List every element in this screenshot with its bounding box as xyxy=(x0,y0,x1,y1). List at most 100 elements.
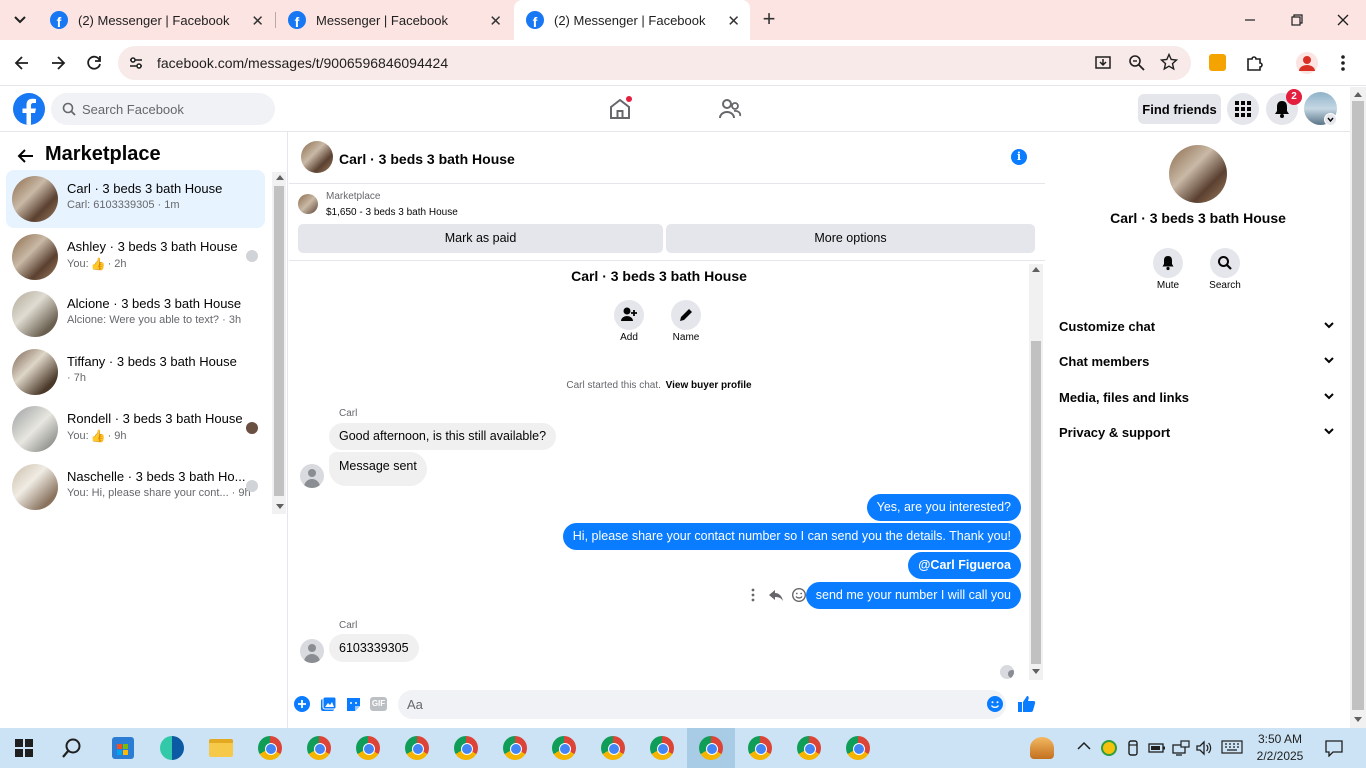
close-tab-icon[interactable]: ✕ xyxy=(727,12,740,30)
scroll-down-icon[interactable] xyxy=(276,504,284,509)
new-tab-icon[interactable]: + xyxy=(758,8,780,32)
chrome-icon[interactable] xyxy=(307,736,331,760)
scrollbar-thumb[interactable] xyxy=(274,186,284,496)
account-chevron-icon[interactable] xyxy=(1324,113,1337,126)
more-actions-icon[interactable] xyxy=(750,587,756,603)
chrome-icon[interactable] xyxy=(797,736,821,760)
home-icon[interactable] xyxy=(608,96,632,121)
minimize-icon[interactable] xyxy=(1242,12,1258,28)
reply-icon[interactable] xyxy=(768,587,784,603)
friends-icon[interactable] xyxy=(718,97,742,121)
message-bubble-outgoing[interactable]: Yes, are you interested? xyxy=(866,494,1021,521)
facebook-search[interactable]: Search Facebook xyxy=(51,93,275,125)
tray-device-icon[interactable] xyxy=(1126,740,1140,756)
extension-box-icon[interactable] xyxy=(1209,54,1226,71)
taskbar-date[interactable]: 2/2/2025 xyxy=(1252,749,1308,763)
rename-button[interactable] xyxy=(671,300,701,330)
scrollbar-thumb[interactable] xyxy=(1031,341,1041,664)
chrome-menu-icon[interactable] xyxy=(1336,53,1350,73)
install-app-icon[interactable] xyxy=(1094,54,1112,72)
browser-tab-1[interactable]: f (2) Messenger | Facebook ✕ xyxy=(38,0,274,40)
info-icon[interactable]: i xyxy=(1011,149,1027,165)
chrome-icon[interactable] xyxy=(552,736,576,760)
mute-button[interactable] xyxy=(1153,248,1183,278)
conversation-item[interactable]: Alcione · 3 beds 3 bath House Alcione: W… xyxy=(6,285,265,343)
chrome-icon[interactable] xyxy=(503,736,527,760)
message-bubble-incoming[interactable]: Message sent xyxy=(329,452,427,486)
file-explorer-icon[interactable] xyxy=(209,739,233,757)
customize-chat-section[interactable]: Customize chat xyxy=(1059,319,1339,334)
chrome-icon[interactable] xyxy=(454,736,478,760)
url-text[interactable]: facebook.com/messages/t/9006596846094424 xyxy=(157,55,448,71)
conversation-item[interactable]: Ashley · 3 beds 3 bath House You: 👍 · 2h xyxy=(6,228,265,286)
scroll-up-icon[interactable] xyxy=(1032,267,1040,272)
emoji-icon[interactable] xyxy=(987,696,1003,712)
weather-icon[interactable] xyxy=(1030,737,1054,759)
battery-icon[interactable] xyxy=(1148,742,1166,754)
chrome-icon-active[interactable] xyxy=(699,736,723,760)
message-bubble-outgoing[interactable]: send me your number I will call you xyxy=(805,582,1021,609)
back-arrow-icon[interactable] xyxy=(16,146,36,166)
sticker-icon[interactable] xyxy=(345,696,362,713)
find-friends-button[interactable]: Find friends xyxy=(1138,94,1221,124)
message-scrollbar[interactable] xyxy=(1029,264,1043,680)
facebook-logo-icon[interactable] xyxy=(13,93,45,125)
chat-members-section[interactable]: Chat members xyxy=(1059,354,1339,369)
media-files-links-section[interactable]: Media, files and links xyxy=(1059,390,1339,405)
gif-icon[interactable]: GIF xyxy=(370,697,387,711)
message-bubble-incoming[interactable]: Good afternoon, is this still available? xyxy=(329,423,557,450)
page-scrollbar[interactable] xyxy=(1350,87,1366,728)
taskbar-search-icon[interactable] xyxy=(61,737,83,759)
attach-photo-icon[interactable] xyxy=(320,696,337,713)
mark-as-paid-button[interactable]: Mark as paid xyxy=(298,224,663,253)
details-avatar[interactable] xyxy=(1169,145,1227,203)
chrome-icon[interactable] xyxy=(601,736,625,760)
conversation-item[interactable]: Carl · 3 beds 3 bath House Carl: 6103339… xyxy=(6,170,265,228)
chrome-icon[interactable] xyxy=(405,736,429,760)
windows-start-icon[interactable] xyxy=(15,739,33,757)
profile-icon[interactable] xyxy=(1296,52,1318,74)
browser-tab-2[interactable]: f Messenger | Facebook ✕ xyxy=(276,0,512,40)
browser-tab-3-active[interactable]: f (2) Messenger | Facebook ✕ xyxy=(514,0,750,40)
chrome-icon[interactable] xyxy=(356,736,380,760)
site-info-icon[interactable] xyxy=(128,55,144,71)
menu-grid-button[interactable] xyxy=(1227,93,1259,125)
close-tab-icon[interactable]: ✕ xyxy=(251,12,264,30)
forward-icon[interactable] xyxy=(48,53,68,73)
like-thumbs-up-icon[interactable] xyxy=(1017,694,1036,713)
conversation-scrollbar[interactable] xyxy=(272,172,286,514)
close-tab-icon[interactable]: ✕ xyxy=(489,12,502,30)
show-hidden-icons-chevron-up-icon[interactable] xyxy=(1077,741,1091,751)
scroll-up-icon[interactable] xyxy=(276,175,284,180)
privacy-support-section[interactable]: Privacy & support xyxy=(1059,425,1339,440)
add-people-button[interactable] xyxy=(614,300,644,330)
conversation-item[interactable]: Rondell · 3 beds 3 bath House You: 👍 · 9… xyxy=(6,400,265,458)
keyboard-icon[interactable] xyxy=(1221,740,1243,754)
conversation-item[interactable]: Naschelle · 3 beds 3 bath Ho... You: Hi,… xyxy=(6,458,265,516)
more-options-button[interactable]: More options xyxy=(666,224,1035,253)
scroll-up-icon[interactable] xyxy=(1354,92,1362,97)
address-bar[interactable]: facebook.com/messages/t/9006596846094424 xyxy=(118,46,1191,80)
volume-icon[interactable] xyxy=(1195,740,1213,756)
notification-center-icon[interactable] xyxy=(1325,740,1343,757)
chrome-icon[interactable] xyxy=(846,736,870,760)
store-icon[interactable] xyxy=(112,737,134,759)
chrome-icon[interactable] xyxy=(748,736,772,760)
back-icon[interactable] xyxy=(12,53,32,73)
network-icon[interactable] xyxy=(1172,740,1190,756)
search-in-chat-button[interactable] xyxy=(1210,248,1240,278)
taskbar-time[interactable]: 3:50 AM xyxy=(1252,732,1308,746)
extensions-puzzle-icon[interactable] xyxy=(1245,53,1265,73)
tab-search-icon[interactable] xyxy=(8,10,32,30)
close-window-icon[interactable] xyxy=(1335,12,1351,28)
restore-icon[interactable] xyxy=(1289,12,1305,28)
tray-app-icon[interactable] xyxy=(1101,740,1117,756)
message-bubble-outgoing-mention[interactable]: @Carl Figueroa xyxy=(908,552,1021,579)
chat-title[interactable]: Carl · 3 beds 3 bath House xyxy=(339,151,515,167)
reload-icon[interactable] xyxy=(84,53,104,73)
chrome-icon[interactable] xyxy=(650,736,674,760)
conversation-item[interactable]: Tiffany · 3 beds 3 bath House · 7h xyxy=(6,343,265,401)
more-options-plus-icon[interactable] xyxy=(294,696,310,712)
view-buyer-profile-link[interactable]: View buyer profile xyxy=(666,380,752,391)
chrome-icon[interactable] xyxy=(258,736,282,760)
